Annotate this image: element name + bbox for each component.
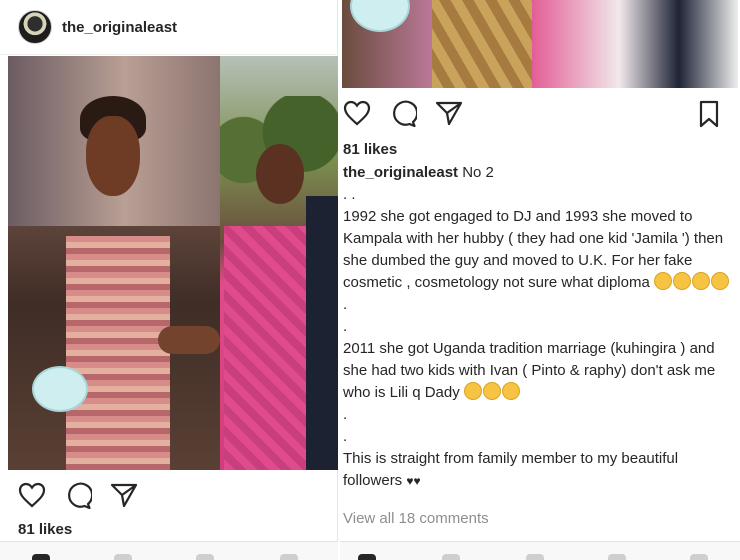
weary-face-emoji — [501, 382, 520, 400]
caption-separator: . — [343, 318, 348, 335]
heart-icon[interactable] — [18, 482, 46, 508]
activity-icon[interactable] — [608, 554, 626, 560]
likes-count[interactable]: 81 likes — [18, 521, 72, 538]
profile-avatar[interactable] — [18, 10, 52, 44]
profile-icon[interactable] — [690, 554, 708, 560]
comment-icon[interactable] — [64, 482, 92, 510]
post-photo-cropped[interactable] — [342, 0, 738, 88]
caption-paragraph-3: This is straight from family member to m… — [343, 450, 679, 489]
view-all-comments-link[interactable]: View all 18 comments — [343, 510, 489, 527]
likes-count[interactable]: 81 likes — [343, 141, 397, 158]
photo-right-half — [220, 56, 338, 470]
caption-separator: . . — [343, 186, 356, 203]
post-caption: the_originaleast No 2 . . 1992 she got e… — [343, 162, 735, 492]
caption-separator: . — [343, 296, 348, 313]
weary-face-emoji — [463, 382, 482, 400]
add-post-icon[interactable] — [196, 554, 214, 560]
grinning-sweat-emoji — [653, 272, 672, 290]
activity-icon[interactable] — [280, 554, 298, 560]
caption-separator: . — [343, 428, 348, 445]
caption-paragraph-2: 2011 she got Uganda tradition marriage (… — [343, 340, 716, 401]
comment-icon[interactable] — [389, 100, 417, 128]
grinning-sweat-emoji — [710, 272, 729, 290]
home-icon[interactable] — [358, 554, 376, 560]
action-bar — [0, 472, 338, 518]
left-post: the_originaleast 81 likes — [0, 0, 338, 560]
search-icon[interactable] — [114, 554, 132, 560]
action-bar — [340, 92, 740, 138]
bottom-nav-bar — [340, 541, 740, 560]
post-photo[interactable] — [8, 56, 338, 470]
photo-left-half — [8, 56, 220, 470]
heart-eyes-emoji: ♥♥ — [406, 474, 421, 488]
grinning-sweat-emoji — [672, 272, 691, 290]
bottom-nav-bar — [0, 541, 338, 560]
weary-face-emoji — [482, 382, 501, 400]
caption-username[interactable]: the_originaleast — [343, 164, 458, 181]
sticker-overlay — [350, 0, 410, 32]
bookmark-icon[interactable] — [698, 100, 720, 128]
home-icon[interactable] — [32, 554, 50, 560]
grinning-sweat-emoji — [691, 272, 710, 290]
right-post: 81 likes the_originaleast No 2 . . 1992 … — [340, 0, 740, 560]
sticker-overlay — [32, 366, 88, 412]
share-icon[interactable] — [110, 482, 138, 508]
add-post-icon[interactable] — [526, 554, 544, 560]
share-icon[interactable] — [435, 100, 463, 126]
caption-separator: . — [343, 406, 348, 423]
post-header: the_originaleast — [0, 0, 338, 55]
heart-icon[interactable] — [343, 100, 371, 126]
search-icon[interactable] — [442, 554, 460, 560]
post-username[interactable]: the_originaleast — [62, 19, 177, 36]
caption-first-line: No 2 — [462, 164, 494, 181]
